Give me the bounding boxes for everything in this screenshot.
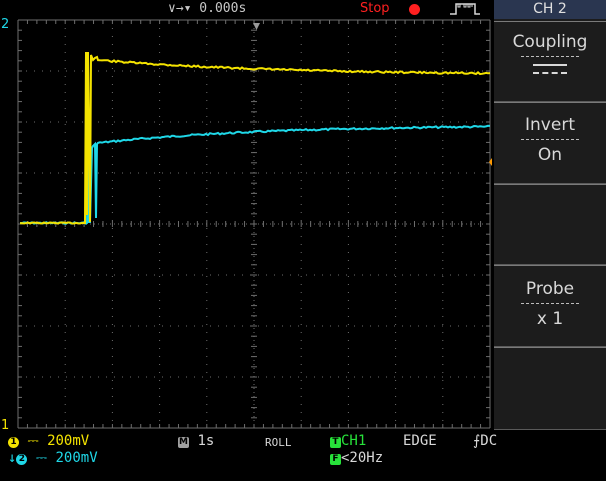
trigger-filter-readout: F <20Hz (330, 450, 383, 466)
pulse-waveform-icon (450, 3, 480, 15)
timebase-readout[interactable]: M 1s (178, 433, 214, 449)
ch2-ground-marker[interactable]: 2 (1, 18, 9, 31)
invert-label: Invert (525, 115, 575, 135)
top-status-bar: ∨→▾ 0.000s Stop (0, 0, 494, 19)
trigger-readout[interactable]: T CH1 (330, 433, 366, 449)
waveform-display[interactable] (0, 0, 494, 430)
trigger-source: CH1 (341, 433, 367, 449)
invert-softkey[interactable]: Invert On (494, 102, 606, 184)
menu-title: CH 2 (494, 0, 606, 19)
acquisition-mode: ROLL (265, 436, 292, 449)
ch2-scale-value: 200mV (55, 450, 98, 466)
dc-coupling-icon (533, 64, 567, 74)
trigger-filter-value: <20Hz (341, 450, 384, 466)
ch1-scale-value: 200mV (47, 433, 90, 449)
coupling-softkey[interactable]: Coupling (494, 21, 606, 102)
ch2-scale-readout[interactable]: ↓ 2 ⎓ 200mV (8, 450, 98, 466)
trigger-coupling-value: DC (480, 433, 498, 449)
trigger-type: EDGE (403, 433, 437, 449)
dc-coupling-icon: ⎓ (35, 450, 48, 466)
empty-softkey-3[interactable] (494, 184, 606, 265)
invert-arrow-icon: ↓ (8, 450, 17, 466)
stop-indicator-icon (409, 4, 420, 15)
probe-value: x 1 (536, 309, 564, 329)
ch1-scale-readout[interactable]: 1 ⎓ 200mV (8, 433, 89, 449)
invert-value: On (537, 145, 563, 165)
main-timebase-icon: M (178, 437, 189, 448)
empty-softkey-5[interactable] (494, 347, 606, 430)
ch1-badge-icon: 1 (8, 437, 19, 448)
horizontal-position-readout: ∨→▾ 0.000s (168, 1, 247, 16)
trigger-coupling-readout: ⨍DC (473, 433, 497, 449)
probe-softkey[interactable]: Probe x 1 (494, 265, 606, 347)
run-stop-status[interactable]: Stop (360, 0, 390, 18)
dc-coupling-icon: ⎓ (27, 433, 39, 449)
trigger-filter-icon: F (330, 454, 341, 465)
timebase-value: 1s (197, 433, 215, 449)
probe-label: Probe (525, 279, 575, 299)
bottom-status-bar: 1 ⎓ 200mV ↓ 2 ⎓ 200mV M 1s ROLL T CH1 EDGE… (0, 430, 606, 481)
trigger-icon: T (330, 437, 341, 448)
coupling-label: Coupling (512, 32, 588, 52)
ch2-badge-icon: 2 (16, 454, 28, 465)
softkey-menu: CH 2 Coupling Invert On Probe x 1 (494, 0, 606, 430)
